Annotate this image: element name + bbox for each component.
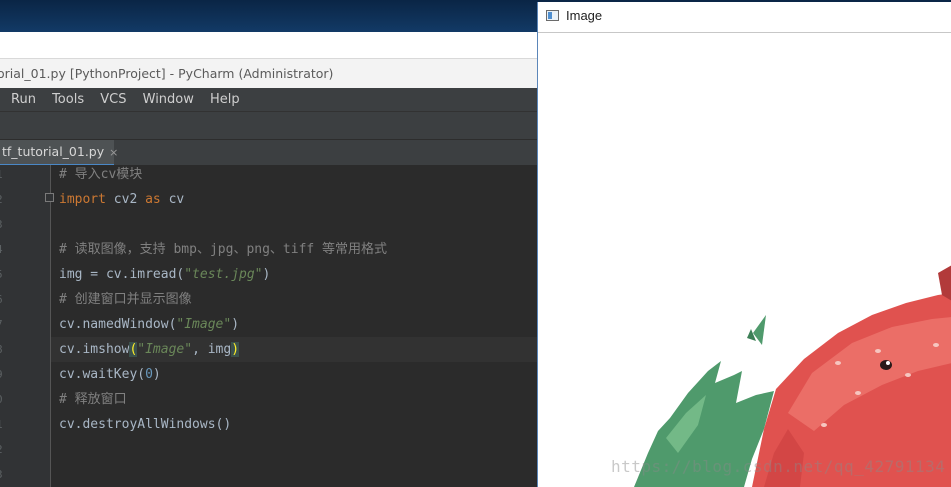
tab-tf-tutorial[interactable]: tf_tutorial_01.py × [0,140,118,166]
keyword: as [145,192,161,207]
editor-tab-bar: tf_tutorial_01.py × [0,139,537,166]
ide-toolbar [0,111,537,140]
image-window-title-bar[interactable]: Image [538,2,951,33]
image-canvas: https://blog.csdn.net/qq_42791134 [538,33,951,487]
line-number: 6 [0,293,8,306]
code-text: ) [152,367,161,382]
code-line-5: img = cv.imread("test.jpg") [59,265,270,290]
menu-tools[interactable]: Tools [46,88,90,111]
line-number: 2 [0,193,8,206]
line-number: 3 [0,218,8,231]
line-number: 8 [0,343,8,356]
menu-run[interactable]: Run [0,88,42,111]
code-editor[interactable]: 1 2 3 4 5 6 7 8 9 0 1 2 3 # 导入cv模块 impor… [0,165,537,487]
line-number: 4 [0,243,8,256]
code-line-11: cv.destroyAllWindows() [59,417,232,432]
code-text: , img [192,342,232,357]
code-line-4: # 读取图像，支持 bmp、jpg、png、tiff 等常用格式 [59,242,388,257]
window-icon [546,10,559,21]
code-text: cv.namedWindow( [59,317,177,332]
image-window[interactable]: Image https://blog.csdn.net/qq_42791134 [537,2,951,487]
keyword: import [59,192,106,207]
watermark-text: https://blog.csdn.net/qq_42791134 [611,457,946,476]
menu-help[interactable]: Help [204,88,246,111]
fold-marker-icon[interactable] [45,193,54,202]
menu-window[interactable]: Window [137,88,200,111]
line-number: 2 [0,443,8,456]
code-text: ) [262,267,271,282]
line-gutter: 1 2 3 4 5 6 7 8 9 0 1 2 3 [0,165,51,487]
line-number: 0 [0,393,8,406]
code-line-10: # 释放窗口 [59,392,127,407]
code-line-7: cv.namedWindow("Image") [59,315,239,340]
code-text: cv2 [105,192,146,207]
code-text: cv [160,192,185,207]
ide-title-text: orial_01.py [PythonProject] - PyCharm (A… [0,66,334,81]
string-literal: "test.jpg" [184,267,263,282]
line-number: 7 [0,318,8,331]
line-number: 3 [0,468,8,481]
ide-menu-bar: Run Tools VCS Window Help [0,88,537,111]
number-literal: 0 [145,367,153,382]
strawberry-illustration [634,265,951,487]
string-literal: "Image" [137,342,193,357]
menu-vcs[interactable]: VCS [94,88,132,111]
code-line-2: import cv2 as cv [59,190,184,215]
code-text: ) [231,317,240,332]
code-text: cv.imshow [59,342,130,357]
image-window-title: Image [566,8,603,23]
close-icon[interactable]: × [109,146,118,159]
line-number: 1 [0,168,8,181]
code-line-6: # 创建窗口并显示图像 [59,292,192,307]
background-window [0,32,537,58]
line-number: 5 [0,268,8,281]
code-line-1: # 导入cv模块 [59,167,143,182]
code-text: cv.waitKey( [59,367,146,382]
line-number: 1 [0,418,8,431]
tab-label: tf_tutorial_01.py [2,144,105,159]
code-line-9: cv.waitKey(0) [59,365,161,390]
matched-bracket: ) [231,342,240,357]
string-literal: "Image" [176,317,232,332]
line-number: 9 [0,368,8,381]
code-line-8: cv.imshow("Image", img) [59,340,240,365]
code-text: img = cv.imread( [59,267,185,282]
ide-title-bar: orial_01.py [PythonProject] - PyCharm (A… [0,58,537,89]
